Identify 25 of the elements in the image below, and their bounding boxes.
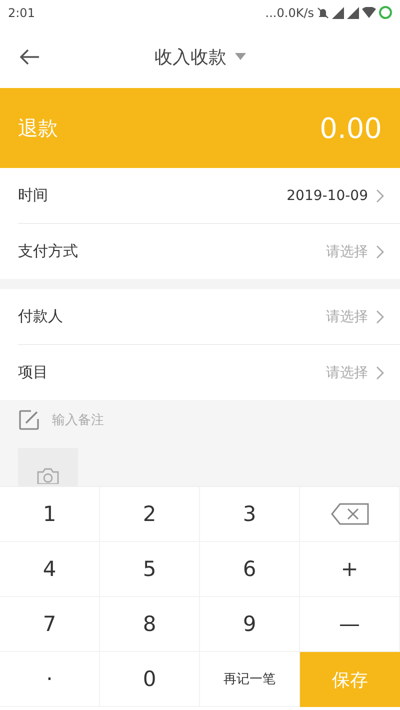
keypad-key[interactable]: + (300, 542, 400, 597)
keypad-key[interactable]: 1 (0, 487, 100, 542)
field-label: 项目 (18, 363, 48, 382)
note-field[interactable]: 输入备注 (50, 412, 204, 428)
field-label: 时间 (18, 186, 48, 205)
status-time: 2:01 (8, 6, 35, 20)
type-label: 退款 (18, 114, 58, 142)
keypad-key[interactable]: 3 (200, 487, 300, 542)
field-label: 付款人 (18, 307, 63, 326)
keypad-key[interactable]: 2 (100, 487, 200, 542)
keypad-key[interactable]: · (0, 652, 100, 707)
page-title[interactable]: 收入收款 (154, 44, 226, 68)
keypad-key[interactable]: 5 (100, 542, 200, 597)
field-label: 支付方式 (18, 242, 78, 261)
keypad-key[interactable]: 0 (100, 652, 200, 707)
keypad-key[interactable]: 9 (200, 597, 300, 652)
keypad-key[interactable]: 8 (100, 597, 200, 652)
keypad-key[interactable]: 7 (0, 597, 100, 652)
keypad-key[interactable]: — (300, 597, 400, 652)
field-value[interactable]: 2019-10-09 (286, 188, 368, 204)
network-speed: ...0.0K/s (265, 6, 314, 20)
keypad-key[interactable]: 4 (0, 542, 100, 597)
amount-value: 0.00 (320, 112, 382, 144)
again-button[interactable]: 再记一笔 (200, 652, 300, 707)
keypad-key[interactable]: 6 (200, 542, 300, 597)
